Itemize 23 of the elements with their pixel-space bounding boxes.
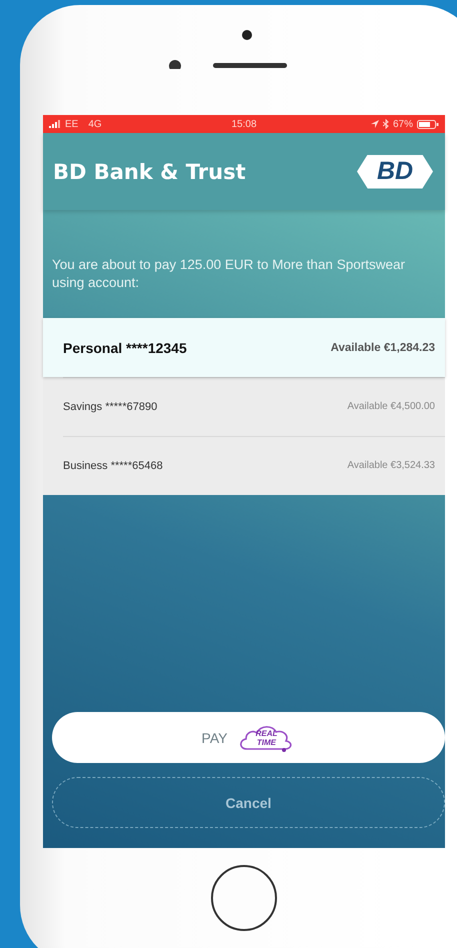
battery-percent: 67% xyxy=(392,118,413,130)
account-name: Business *****65468 xyxy=(63,460,163,472)
account-row[interactable]: Business *****65468 Available €3,524.33 xyxy=(43,436,445,495)
account-name: Savings *****67890 xyxy=(63,400,158,412)
pay-button[interactable]: PAY REAL TIME xyxy=(52,712,445,763)
account-row[interactable]: Personal ****12345 Available €1,284.23 xyxy=(43,318,445,377)
battery-icon xyxy=(417,120,439,128)
account-row[interactable]: Savings *****67890 Available €4,500.00 xyxy=(43,377,445,436)
network-label: 4G xyxy=(88,118,102,130)
carrier-label: EE xyxy=(65,118,78,130)
payment-message: You are about to pay 125.00 EUR to More than Sportswear using account: xyxy=(51,256,406,292)
available-balance: Available €1,284.23 xyxy=(330,342,435,354)
available-balance: Available €4,500.00 xyxy=(347,401,435,412)
clock-time: 15:08 xyxy=(231,118,257,130)
signal-icon xyxy=(49,120,61,128)
bank-logo: BD xyxy=(357,154,433,188)
app-title: BD Bank & Trust xyxy=(53,160,246,184)
account-name: Personal ****12345 xyxy=(63,340,187,356)
home-button[interactable] xyxy=(210,864,278,932)
bluetooth-icon xyxy=(382,119,389,129)
location-icon xyxy=(370,120,379,128)
cancel-button[interactable]: Cancel xyxy=(52,777,445,828)
available-balance: Available €3,524.33 xyxy=(347,460,435,471)
